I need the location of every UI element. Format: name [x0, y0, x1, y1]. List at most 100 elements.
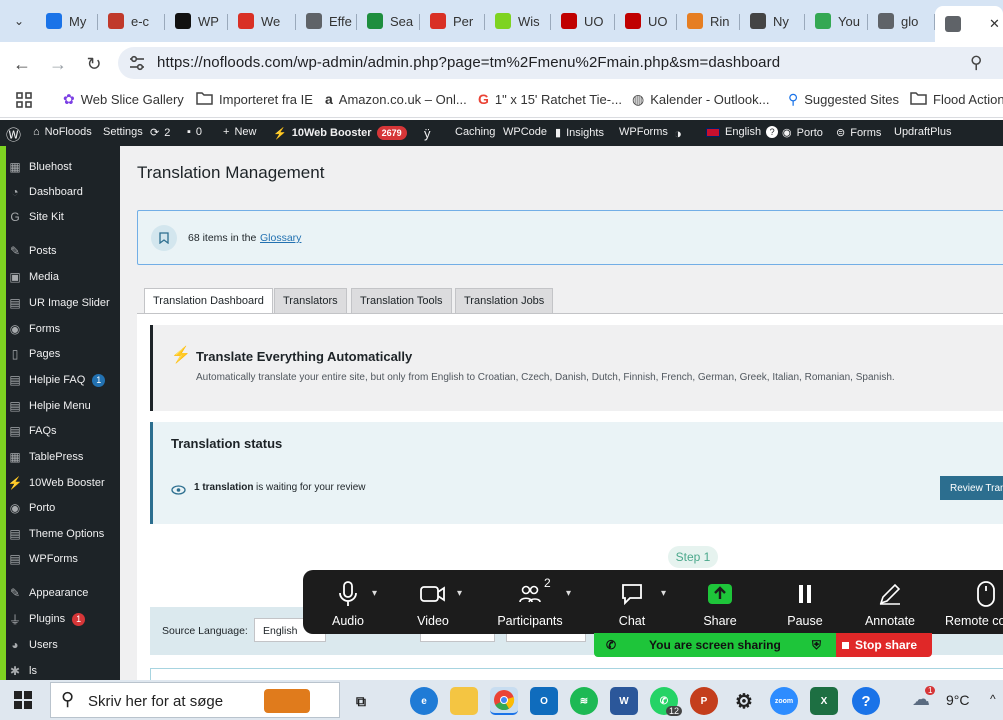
yoast-icon[interactable]: ÿ: [424, 126, 431, 141]
sidebar-item-dashboard[interactable]: ◔ Dashboard: [6, 185, 120, 199]
porto-link[interactable]: ◉ Porto: [782, 126, 823, 140]
share-screen-button[interactable]: Share: [685, 580, 755, 628]
back-arrow-icon[interactable]: ←: [9, 51, 35, 77]
site-name-link[interactable]: ⌂ NoFloods: [33, 126, 92, 138]
remote-control-button[interactable]: Remote co: [941, 580, 1003, 628]
browser-tab[interactable]: Per: [420, 6, 485, 36]
browser-tab[interactable]: UO: [551, 6, 615, 36]
taskbar-search-box[interactable]: ⚲ Skriv her for at søge: [50, 682, 340, 718]
apps-grid-icon[interactable]: [16, 92, 32, 113]
outlook-icon[interactable]: O: [530, 687, 558, 715]
zoom-magnifier-icon[interactable]: ⚲: [970, 53, 982, 73]
forms-link[interactable]: ⊜ Forms: [836, 126, 881, 140]
browser-tab[interactable]: You: [805, 6, 868, 36]
bookmark-web-slice[interactable]: ✿ Web Slice Gallery: [63, 91, 184, 108]
sidebar-item-media[interactable]: ▣ Media: [6, 270, 120, 284]
chat-button[interactable]: Chat: [597, 580, 667, 628]
browser-tab[interactable]: Wis: [485, 6, 551, 36]
sidebar-item-pages[interactable]: ▯ Pages: [6, 347, 120, 361]
settings-gear-icon[interactable]: ⚙: [730, 687, 758, 715]
edge-icon[interactable]: e: [410, 687, 438, 715]
excel-icon[interactable]: X: [810, 687, 838, 715]
address-bar[interactable]: https://nofloods.com/wp-admin/admin.php?…: [118, 47, 1003, 79]
sidebar-item-helpie-menu[interactable]: ▤ Helpie Menu: [6, 399, 120, 413]
tab-translation-dashboard[interactable]: Translation Dashboard: [144, 288, 273, 314]
bookmark-importeret[interactable]: Importeret fra IE: [196, 91, 313, 108]
powerpoint-icon[interactable]: P: [690, 687, 718, 715]
wordpress-logo-icon[interactable]: Ⓦ: [6, 124, 21, 145]
browser-tab[interactable]: UO: [615, 6, 677, 36]
url-text[interactable]: https://nofloods.com/wp-admin/admin.php?…: [157, 54, 780, 71]
browser-tab[interactable]: glo: [868, 6, 935, 36]
bookmark-amazon[interactable]: a Amazon.co.uk – Onl...: [325, 91, 467, 107]
spotify-icon[interactable]: ≋: [570, 687, 598, 715]
sidebar-item-bluehost[interactable]: ▦ Bluehost: [6, 160, 120, 174]
file-explorer-icon[interactable]: [450, 687, 478, 715]
sidebar-item-tablepress[interactable]: ▦ TablePress: [6, 450, 120, 464]
reload-icon[interactable]: ↻: [81, 51, 107, 77]
updates-link[interactable]: ⟳ 2: [150, 126, 170, 140]
browser-tab[interactable]: Effe: [296, 6, 357, 36]
browser-tab[interactable]: ✕: [935, 6, 1003, 42]
new-content-link[interactable]: + New: [223, 126, 256, 138]
language-switcher[interactable]: English ?: [706, 126, 779, 138]
zoom-app-icon[interactable]: zoom: [770, 687, 798, 715]
participants-button[interactable]: Participants: [495, 580, 565, 628]
site-info-icon[interactable]: [128, 55, 146, 71]
insights-link[interactable]: ▮ Insights: [555, 126, 604, 140]
word-icon[interactable]: W: [610, 687, 638, 715]
sidebar-item-plugins[interactable]: ⏚ Plugins 1: [6, 612, 120, 627]
sharing-status[interactable]: ✆ You are screen sharing ⛨: [594, 633, 836, 657]
pause-share-button[interactable]: Pause: [770, 580, 840, 628]
sidebar-item-porto[interactable]: ◉ Porto: [6, 501, 120, 515]
settings-link[interactable]: Settings: [103, 126, 143, 138]
bookmark-kalender[interactable]: ◍ Kalender - Outlook...: [632, 91, 769, 108]
sidebar-item-posts[interactable]: ✎ Posts: [6, 244, 120, 258]
sidebar-item-faqs[interactable]: ▤ FAQs: [6, 424, 120, 438]
video-options-chevron-icon[interactable]: ▾: [457, 588, 462, 599]
participants-options-chevron-icon[interactable]: ▾: [566, 588, 571, 599]
help-support-icon[interactable]: ?: [852, 687, 880, 715]
task-view-icon[interactable]: ⧉: [347, 687, 375, 715]
browser-tab[interactable]: Ny: [740, 6, 805, 36]
wpml-icon[interactable]: ◑: [674, 126, 682, 141]
review-translations-button[interactable]: Review Translations: [940, 476, 1003, 500]
sidebar-item-wpforms[interactable]: ▤ WPForms: [6, 552, 120, 566]
browser-tab[interactable]: e-c: [98, 6, 165, 36]
caching-link[interactable]: Caching: [455, 126, 495, 138]
close-tab-icon[interactable]: ✕: [989, 16, 1000, 32]
wpcode-link[interactable]: WPCode: [503, 126, 547, 138]
sidebar-item-forms[interactable]: ◉ Forms: [6, 322, 120, 336]
tab-translators[interactable]: Translators: [274, 288, 347, 314]
audio-options-chevron-icon[interactable]: ▾: [372, 588, 377, 599]
booster-link[interactable]: ⚡ 10Web Booster 2679: [273, 126, 407, 140]
sidebar-item-users[interactable]: ◕ Users: [6, 638, 120, 652]
sidebar-item-theme-options[interactable]: ▤ Theme Options: [6, 527, 120, 541]
stop-share-button[interactable]: Stop share: [836, 633, 932, 657]
glossary-link[interactable]: Glossary: [260, 232, 301, 244]
browser-tab[interactable]: WP: [165, 6, 228, 36]
windows-start-icon[interactable]: [14, 691, 32, 714]
browser-tab[interactable]: My: [36, 6, 98, 36]
comments-link[interactable]: ▪ 0: [187, 126, 202, 138]
sidebar-item-appearance[interactable]: ✎ Appearance: [6, 586, 120, 600]
updraftplus-link[interactable]: UpdraftPlus: [894, 126, 951, 138]
chat-options-chevron-icon[interactable]: ▾: [661, 588, 666, 599]
tab-translation-jobs[interactable]: Translation Jobs: [455, 288, 554, 314]
sidebar-item-ur-image-slider[interactable]: ▤ UR Image Slider: [6, 296, 120, 310]
sidebar-item-helpie-faq[interactable]: ▤ Helpie FAQ 1: [6, 373, 120, 387]
chrome-icon[interactable]: [490, 687, 518, 715]
forward-arrow-icon[interactable]: →: [45, 51, 71, 77]
browser-tab[interactable]: Sea: [357, 6, 420, 36]
sidebar-item-10web-booster[interactable]: ⚡ 10Web Booster: [6, 476, 120, 490]
browser-tab[interactable]: We: [228, 6, 296, 36]
sidebar-item-ls[interactable]: ✱ ls: [6, 664, 120, 678]
annotate-button[interactable]: Annotate: [855, 580, 925, 628]
wpforms-link[interactable]: WPForms: [619, 126, 668, 138]
tab-translation-tools[interactable]: Translation Tools: [351, 288, 452, 314]
browser-tab[interactable]: Rin: [677, 6, 740, 36]
bookmark-suggested-sites[interactable]: ⚲ Suggested Sites: [788, 91, 899, 108]
bookmark-flood-action[interactable]: Flood Action: [910, 91, 1003, 108]
tray-expand-chevron-icon[interactable]: ^: [990, 692, 996, 706]
bookmark-ratchet[interactable]: G 1" x 15' Ratchet Tie-...: [478, 91, 622, 107]
